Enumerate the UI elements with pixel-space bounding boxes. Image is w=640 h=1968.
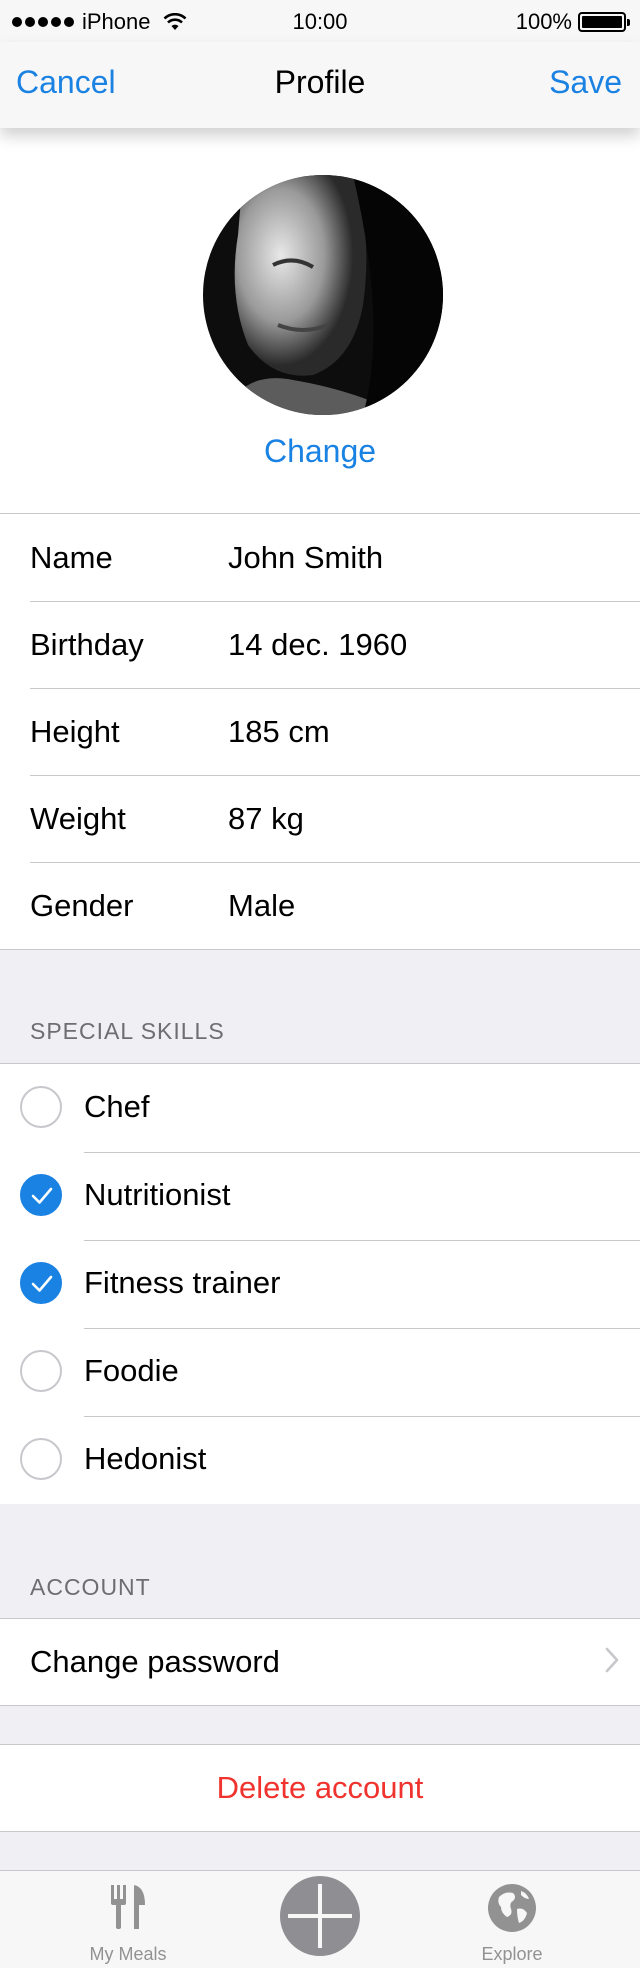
add-meal-button[interactable] — [280, 1876, 360, 1956]
battery-icon — [578, 12, 630, 32]
skill-label: Chef — [84, 1089, 150, 1124]
skill-item-nutritionist[interactable]: Nutritionist — [0, 1152, 640, 1240]
tab-explore[interactable]: Explore — [412, 1871, 612, 1968]
skill-label: Nutritionist — [84, 1177, 231, 1212]
field-label: Height — [30, 713, 120, 749]
skill-label: Foodie — [84, 1353, 179, 1388]
skill-item-fitness-trainer[interactable]: Fitness trainer — [0, 1240, 640, 1328]
globe-icon — [488, 1884, 536, 1932]
name-field[interactable]: John Smith — [228, 540, 383, 576]
chevron-right-icon — [605, 1647, 619, 1673]
tab-label: My Meals — [89, 1944, 167, 1964]
checkbox-checked[interactable] — [20, 1262, 62, 1304]
checkbox-checked[interactable] — [20, 1174, 62, 1216]
tab-label: Explore — [481, 1944, 543, 1964]
skill-label: Hedonist — [84, 1441, 207, 1476]
save-button[interactable]: Save — [549, 64, 622, 101]
delete-account-label: Delete account — [216, 1770, 424, 1805]
navigation-bar: Cancel Profile Save — [0, 42, 640, 128]
avatar-photo — [203, 175, 443, 415]
gender-field[interactable]: Male — [228, 888, 295, 924]
skill-item-foodie[interactable]: Foodie — [0, 1328, 640, 1416]
birthday-field[interactable]: 14 dec. 1960 — [228, 627, 407, 663]
height-field[interactable]: 185 cm — [228, 714, 330, 750]
form-row-height[interactable]: Height 185 cm — [0, 688, 640, 775]
skills-list: Chef Nutritionist Fitness trainer Foodie… — [0, 1063, 640, 1504]
checkbox[interactable] — [20, 1438, 62, 1480]
skill-item-hedonist[interactable]: Hedonist — [0, 1416, 640, 1504]
change-photo-button[interactable]: Change — [0, 433, 640, 470]
checkbox[interactable] — [20, 1350, 62, 1392]
section-header-special-skills: SPECIAL SKILLS — [30, 1018, 225, 1044]
skill-label: Fitness trainer — [84, 1265, 281, 1300]
field-label: Name — [30, 539, 113, 575]
form-row-birthday[interactable]: Birthday 14 dec. 1960 — [0, 601, 640, 688]
field-label: Weight — [30, 800, 126, 836]
checkmark-icon — [31, 1187, 53, 1204]
page-title: Profile — [274, 64, 366, 100]
fork-knife-icon — [111, 1885, 145, 1929]
status-bar-right: 100% — [515, 9, 630, 35]
form-row-gender[interactable]: Gender Male — [0, 862, 640, 949]
checkmark-icon — [31, 1275, 53, 1292]
avatar-section: Change — [0, 128, 640, 513]
form-row-name[interactable]: Name John Smith — [0, 514, 640, 601]
skill-item-chef[interactable]: Chef — [0, 1064, 640, 1152]
change-password-label: Change password — [30, 1644, 280, 1679]
battery-percent: 100% — [515, 9, 572, 34]
delete-account-button[interactable]: Delete account — [0, 1744, 640, 1832]
field-label: Gender — [30, 887, 134, 923]
checkbox[interactable] — [20, 1086, 62, 1128]
field-label: Birthday — [30, 626, 144, 662]
profile-form: Name John Smith Birthday 14 dec. 1960 He… — [0, 513, 640, 950]
status-bar: iPhone 10:00 100% — [0, 0, 640, 42]
form-row-weight[interactable]: Weight 87 kg — [0, 775, 640, 862]
weight-field[interactable]: 87 kg — [228, 801, 304, 837]
avatar[interactable] — [203, 175, 443, 415]
change-password-row[interactable]: Change password — [0, 1618, 640, 1706]
section-header-account: ACCOUNT — [30, 1574, 151, 1600]
tab-my-meals[interactable]: My Meals — [28, 1871, 228, 1968]
